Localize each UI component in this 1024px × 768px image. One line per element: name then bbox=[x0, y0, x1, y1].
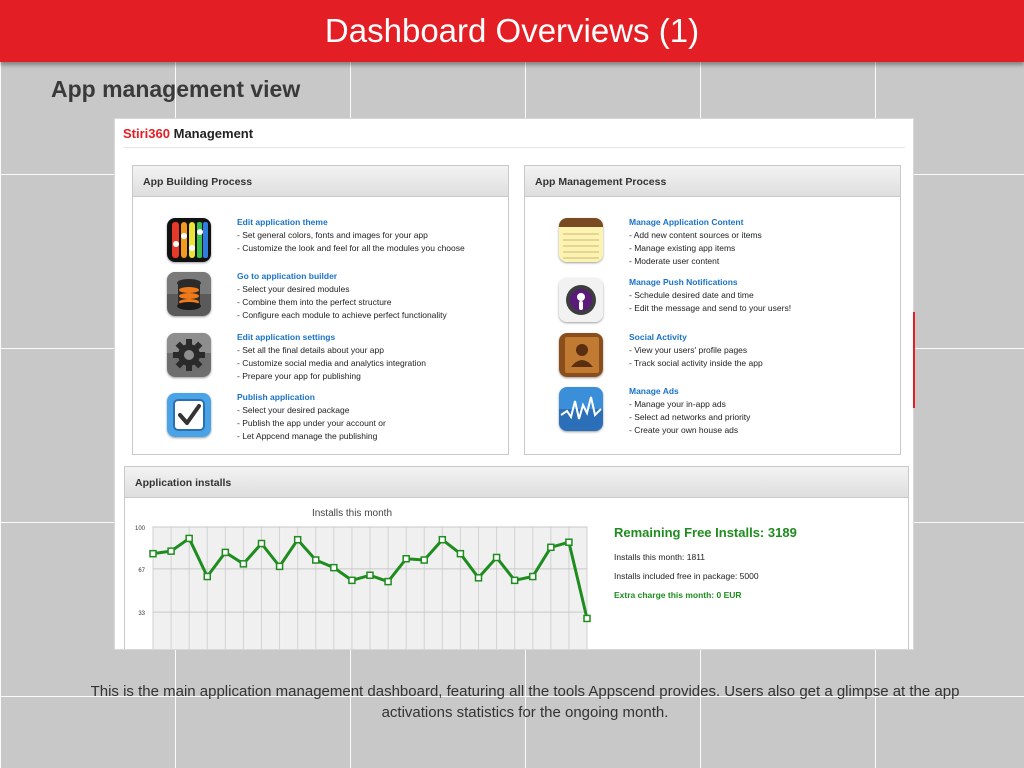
y-tick-label: 100 bbox=[135, 526, 146, 532]
notepad-icon[interactable] bbox=[559, 218, 603, 262]
item-description: - Add new content sources or items bbox=[629, 230, 762, 240]
data-point bbox=[348, 576, 356, 585]
checkmark-icon[interactable] bbox=[167, 393, 211, 437]
data-point bbox=[312, 556, 320, 564]
installs-chart-svg: Installs this month033671000102030405060… bbox=[135, 508, 591, 649]
item-description: - Publish the app under your account or bbox=[237, 418, 386, 428]
y-tick-label: 67 bbox=[138, 568, 145, 574]
item-description: - Schedule desired date and time bbox=[629, 290, 754, 300]
item-description: - Customize social media and analytics i… bbox=[237, 358, 426, 368]
data-point bbox=[366, 571, 374, 580]
data-point bbox=[456, 549, 465, 558]
item-description: - Customize the look and feel for all th… bbox=[237, 243, 465, 253]
item-description: - Edit the message and send to your user… bbox=[629, 303, 792, 313]
item-description: - Manage your in-app ads bbox=[629, 399, 726, 409]
podcast-icon[interactable] bbox=[559, 278, 603, 322]
installs-included: Installs included free in package: 5000 bbox=[614, 571, 759, 581]
data-point bbox=[384, 577, 392, 586]
panel-title: Application installs bbox=[125, 467, 908, 498]
panel-title: App Management Process bbox=[525, 166, 900, 197]
brand-suffix: Management bbox=[173, 126, 254, 141]
builder-icon[interactable] bbox=[167, 272, 211, 316]
item-description: - Select your desired modules bbox=[237, 284, 350, 294]
data-point bbox=[565, 538, 573, 546]
data-point bbox=[167, 547, 175, 555]
item-description: - Prepare your app for publishing bbox=[237, 371, 361, 381]
data-point bbox=[547, 543, 555, 552]
data-point bbox=[438, 535, 447, 544]
data-point bbox=[203, 572, 211, 581]
item-title[interactable]: Manage Application Content bbox=[629, 216, 913, 229]
item-description: - Track social activity inside the app bbox=[629, 358, 763, 368]
data-point bbox=[221, 548, 230, 557]
extra-charge: Extra charge this month: 0 EUR bbox=[614, 590, 742, 600]
data-point bbox=[330, 563, 338, 572]
settings-gear-icon[interactable] bbox=[167, 333, 211, 377]
data-point bbox=[257, 539, 266, 548]
data-point bbox=[293, 535, 302, 544]
item-title[interactable]: Manage Ads bbox=[629, 385, 913, 398]
item-title[interactable]: Manage Push Notifications bbox=[629, 276, 913, 289]
brand-divider bbox=[123, 147, 905, 148]
data-point bbox=[492, 553, 501, 562]
data-point bbox=[510, 576, 519, 585]
remaining-installs: Remaining Free Installs: 3189 bbox=[614, 525, 797, 540]
panel-title: App Building Process bbox=[133, 166, 508, 197]
theme-icon[interactable] bbox=[167, 218, 211, 262]
item-title[interactable]: Social Activity bbox=[629, 331, 913, 344]
data-point bbox=[474, 574, 483, 582]
installs-stats: Remaining Free Installs: 3189 Installs t… bbox=[614, 525, 904, 600]
chart-title: Installs this month bbox=[312, 508, 392, 519]
slide-title-bar: Dashboard Overviews (1) bbox=[0, 0, 1024, 62]
app-brand[interactable]: Stiri360 Management bbox=[123, 126, 253, 141]
app-management-panel: App Management Process Manage Applicatio… bbox=[524, 165, 901, 455]
item-description: - Set general colors, fonts and images f… bbox=[237, 230, 428, 240]
waveform-icon[interactable] bbox=[559, 387, 603, 431]
data-point bbox=[239, 560, 248, 568]
item-description: - View your users' profile pages bbox=[629, 345, 748, 355]
y-tick-label: 33 bbox=[138, 611, 145, 617]
item-title[interactable]: Edit application settings bbox=[237, 331, 527, 344]
item-description: - Create your own house ads bbox=[629, 425, 739, 435]
contacts-book-icon[interactable] bbox=[559, 333, 603, 377]
item-description: - Manage existing app items bbox=[629, 243, 736, 253]
item-description: - Set all the final details about your a… bbox=[237, 345, 384, 355]
installs-chart: Installs this month033671000102030405060… bbox=[127, 501, 597, 649]
item-title[interactable]: Publish application bbox=[237, 391, 527, 404]
installs-this-month: Installs this month: 1811 bbox=[614, 552, 706, 562]
dashboard-screenshot: Stiri360 Management App Building Process bbox=[114, 118, 914, 650]
data-point bbox=[402, 555, 410, 563]
data-point bbox=[583, 614, 591, 623]
slide-title: Dashboard Overviews (1) bbox=[324, 12, 700, 49]
item-description: - Let Appcend manage the publishing bbox=[237, 431, 378, 441]
data-point bbox=[529, 572, 537, 581]
brand-name: Stiri360 bbox=[123, 126, 170, 141]
item-description: - Moderate user content bbox=[629, 256, 720, 266]
item-description: - Select ad networks and priority bbox=[629, 412, 751, 422]
data-point bbox=[275, 562, 284, 571]
app-building-panel: App Building Process Edit application th… bbox=[132, 165, 509, 455]
accent-stripe bbox=[913, 312, 915, 408]
item-title[interactable]: Edit application theme bbox=[237, 216, 527, 229]
slide-subtitle: App management view bbox=[51, 76, 301, 102]
application-installs-panel: Application installs Installs this month… bbox=[124, 466, 909, 649]
item-description: - Select your desired package bbox=[237, 405, 350, 415]
data-point bbox=[149, 549, 157, 558]
item-title[interactable]: Go to application builder bbox=[237, 270, 527, 283]
item-description: - Combine them into the perfect structur… bbox=[237, 297, 392, 307]
data-point bbox=[185, 534, 193, 543]
data-point bbox=[420, 556, 428, 564]
item-description: - Configure each module to achieve perfe… bbox=[237, 310, 447, 320]
slide-caption: This is the main application management … bbox=[90, 683, 960, 721]
